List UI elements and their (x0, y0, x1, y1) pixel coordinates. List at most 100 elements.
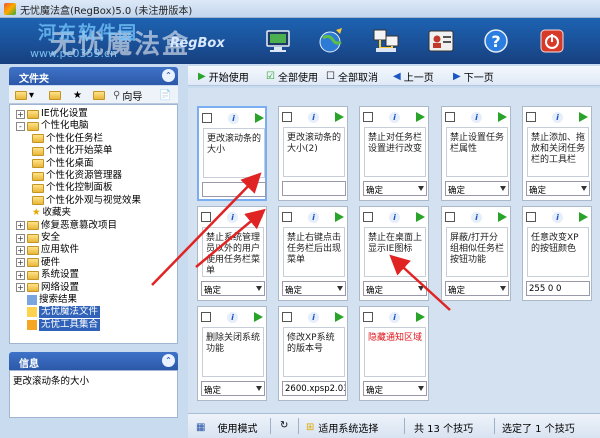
tip-card[interactable]: i 禁止右键点击任务栏后出现菜单 确定 (278, 206, 348, 301)
run-icon[interactable] (416, 212, 425, 222)
tree-node[interactable]: 个性化外观与视觉效果 (32, 195, 141, 207)
refresh-icon[interactable]: ↻ (280, 420, 288, 431)
tree-node[interactable]: 个性化资源管理器 (32, 170, 122, 182)
info-icon[interactable]: i (552, 111, 563, 123)
expand-icon[interactable]: + (16, 245, 25, 255)
tree-node[interactable]: 个性化任务栏 (32, 133, 103, 145)
tip-checkbox[interactable] (363, 212, 373, 222)
tree-node[interactable]: + IE优化设置 (16, 108, 88, 120)
run-icon[interactable] (498, 112, 507, 122)
tree-node[interactable]: 无忧魔法文件 (16, 306, 101, 319)
expand-icon[interactable]: + (16, 270, 25, 280)
folder-dropdown-button[interactable]: ▾ (15, 89, 34, 101)
info-icon[interactable]: i (227, 311, 238, 323)
tree-node[interactable]: + 安全 (16, 232, 60, 244)
tip-value-input[interactable]: 2600.xpsp2.030 (282, 381, 346, 396)
help-button[interactable]: ? (480, 26, 512, 56)
tree-node[interactable]: + 修复恶意篡改项目 (16, 220, 117, 232)
run-icon[interactable] (255, 113, 264, 123)
new-folder-icon[interactable] (93, 89, 105, 101)
folder-tree[interactable]: + IE优化设置 - 个性化电脑 个性化任务栏 个性化开始菜单 个性化桌面 个性化资源管理器个… (9, 104, 178, 344)
expand-icon[interactable]: + (16, 221, 25, 231)
tip-value-input[interactable]: 255 0 0 (526, 281, 590, 296)
tip-option-select[interactable]: 确定 (363, 281, 427, 296)
use-all-button[interactable]: ☑ 全部使用 (266, 69, 318, 84)
computer-button[interactable] (262, 26, 294, 56)
run-icon[interactable] (416, 312, 425, 322)
tree-node[interactable]: - 个性化电脑 (16, 120, 89, 132)
collapse-icon[interactable]: ⌃ (162, 69, 175, 82)
expand-icon[interactable]: + (16, 283, 25, 293)
info-icon[interactable]: i (471, 211, 482, 223)
tip-card[interactable]: i 更改滚动条的大小(2) (278, 106, 348, 201)
tip-card[interactable]: i 禁止对任务栏设置进行改变 确定 (359, 106, 429, 201)
tip-checkbox[interactable] (363, 112, 373, 122)
tip-checkbox[interactable] (526, 212, 536, 222)
info-icon[interactable]: i (389, 211, 400, 223)
tree-node[interactable]: + 网络设置 (16, 282, 79, 294)
tip-checkbox[interactable] (526, 112, 536, 122)
tip-option-select[interactable]: 确定 (445, 181, 509, 196)
run-icon[interactable] (416, 112, 425, 122)
expand-icon[interactable]: + (16, 258, 25, 268)
run-icon[interactable] (579, 112, 588, 122)
wizard-button[interactable]: ⚲ 向导 (113, 89, 142, 103)
run-icon[interactable] (335, 112, 344, 122)
system-select-button[interactable]: ⊞ 适用系统选择 (306, 420, 378, 435)
tip-checkbox[interactable] (363, 312, 373, 322)
tree-node[interactable]: ★ 收藏夹 (32, 207, 71, 219)
tip-checkbox[interactable] (201, 312, 211, 322)
tip-checkbox[interactable] (445, 112, 455, 122)
tip-option-select[interactable]: 确定 (526, 181, 590, 196)
tip-option-select[interactable]: 确定 (363, 381, 427, 396)
prev-page-button[interactable]: ◀ 上一页 (393, 69, 434, 84)
run-icon[interactable] (335, 312, 344, 322)
tip-card[interactable]: i 禁止设置任务栏属性 确定 (441, 106, 511, 201)
user-card-button[interactable] (425, 26, 457, 56)
tree-node[interactable]: + 应用软件 (16, 244, 79, 256)
tree-node[interactable]: + 硬件 (16, 257, 60, 269)
expand-icon[interactable]: + (16, 233, 25, 243)
star-icon[interactable]: ★ (73, 89, 82, 101)
tip-checkbox[interactable] (202, 113, 212, 123)
tip-option-select[interactable]: 确定 (363, 181, 427, 196)
tip-checkbox[interactable] (282, 312, 292, 322)
tip-checkbox[interactable] (445, 212, 455, 222)
tip-value-input[interactable] (282, 181, 346, 196)
start-button[interactable]: ▶ 开始使用 (198, 69, 249, 84)
tip-value-input[interactable] (202, 182, 266, 197)
collapse-icon[interactable]: ⌃ (162, 354, 175, 367)
info-icon[interactable]: i (308, 111, 319, 123)
tip-card[interactable]: i 任意改变XP的按钮颜色 255 0 0 (522, 206, 592, 301)
tree-node[interactable]: 无忧工具集合 (16, 318, 101, 331)
tip-card[interactable]: i 隐藏通知区域 确定 (359, 306, 429, 401)
run-icon[interactable] (498, 212, 507, 222)
info-icon[interactable]: i (308, 211, 319, 223)
tip-option-select[interactable]: 确定 (201, 381, 265, 396)
tip-checkbox[interactable] (201, 212, 211, 222)
tree-node[interactable]: 个性化桌面 (32, 158, 94, 170)
info-icon[interactable]: i (389, 111, 400, 123)
info-icon[interactable]: i (389, 311, 400, 323)
up-folder-icon[interactable] (49, 89, 61, 101)
info-icon[interactable]: i (228, 112, 239, 124)
info-icon[interactable]: i (552, 211, 563, 223)
tip-card[interactable]: i 修改XP系统的版本号 2600.xpsp2.030 (278, 306, 348, 401)
run-icon[interactable] (579, 212, 588, 222)
run-icon[interactable] (254, 212, 263, 222)
tip-checkbox[interactable] (282, 112, 292, 122)
mode-button[interactable]: ▦ 使用模式 (196, 420, 257, 435)
network-button[interactable] (370, 26, 402, 56)
cancel-all-button[interactable]: ☐ 全部取消 (326, 69, 378, 84)
globe-button[interactable] (316, 26, 348, 56)
info-icon[interactable]: i (471, 111, 482, 123)
tip-card[interactable]: i 禁止添加、拖放和关闭任务栏的工具栏 确定 (522, 106, 592, 201)
info-icon[interactable]: i (227, 211, 238, 223)
tip-card[interactable]: i 删除关闭系统功能 确定 (197, 306, 267, 401)
tip-card[interactable]: i 更改滚动条的大小 (197, 106, 267, 201)
document-icon[interactable]: 📄 (159, 89, 171, 101)
power-button[interactable] (536, 26, 568, 56)
info-icon[interactable]: i (308, 311, 319, 323)
collapse-icon[interactable]: - (16, 121, 25, 131)
tip-card[interactable]: i 禁止在桌面上显示IE图标 确定 (359, 206, 429, 301)
